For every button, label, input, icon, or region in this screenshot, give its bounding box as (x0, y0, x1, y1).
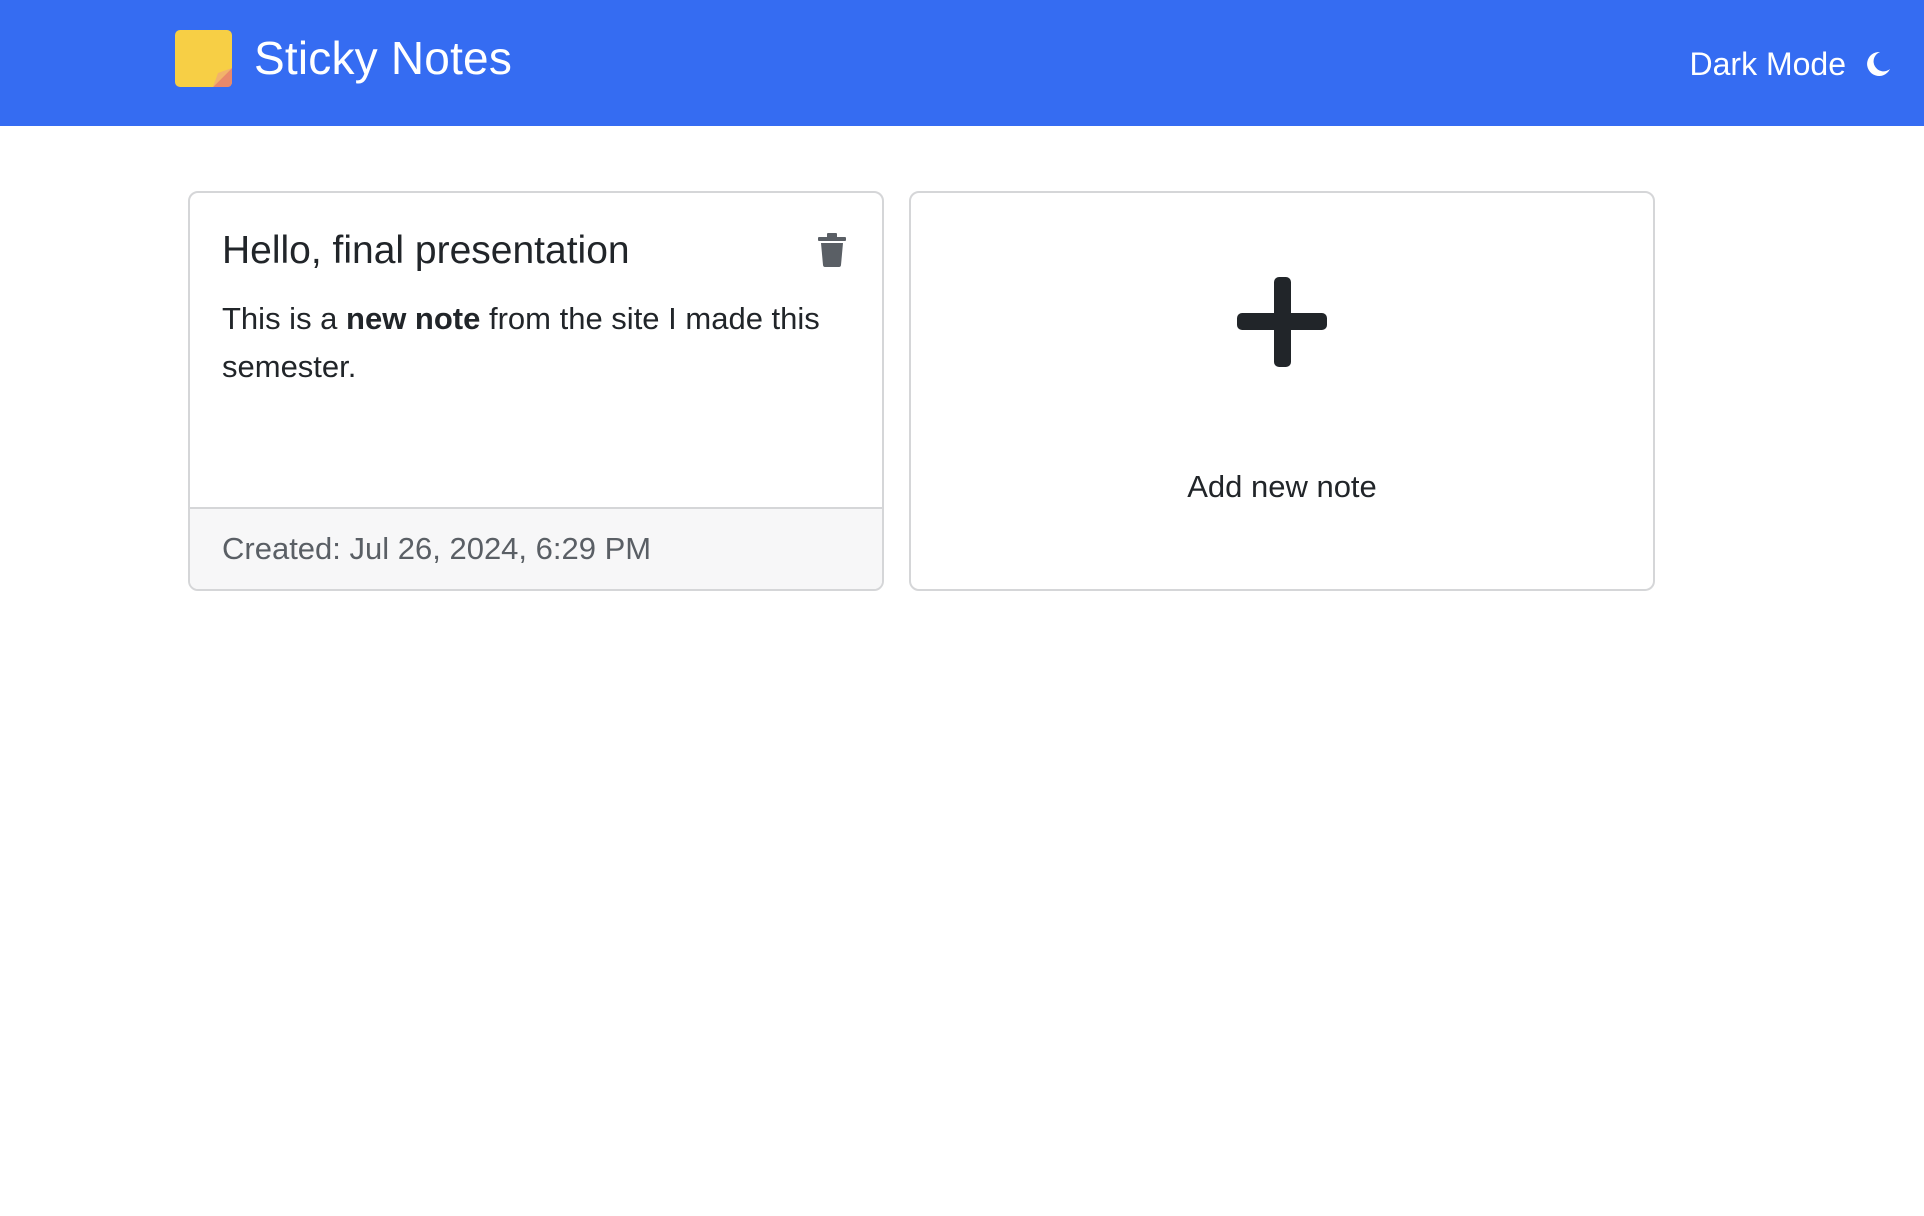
delete-note-button[interactable] (818, 233, 846, 267)
note-body: Hello, final presentation This is a new … (190, 193, 882, 507)
note-title: Hello, final presentation (222, 229, 630, 272)
note-text: This is a new note from the site I made … (222, 295, 850, 391)
add-note-label: Add new note (1187, 469, 1377, 504)
note-text-prefix: This is a (222, 301, 347, 336)
note-footer: Created: Jul 26, 2024, 6:29 PM (190, 507, 882, 589)
notes-grid: Hello, final presentation This is a new … (188, 191, 1655, 591)
brand[interactable]: Sticky Notes (175, 29, 513, 87)
note-card: Hello, final presentation This is a new … (188, 191, 884, 591)
note-created-date: Created: Jul 26, 2024, 6:29 PM (222, 531, 652, 566)
app-title: Sticky Notes (254, 32, 513, 84)
plus-icon (1237, 277, 1327, 367)
add-note-button[interactable]: Add new note (909, 191, 1655, 591)
dark-mode-toggle[interactable]: Dark Mode (1690, 46, 1893, 83)
sticky-note-icon (175, 29, 232, 87)
dark-mode-label: Dark Mode (1689, 45, 1847, 82)
moon-icon (1864, 50, 1892, 78)
note-text-bold: new note (346, 301, 481, 336)
trash-icon (818, 233, 846, 267)
navbar: Sticky Notes Dark Mode (0, 0, 1924, 126)
